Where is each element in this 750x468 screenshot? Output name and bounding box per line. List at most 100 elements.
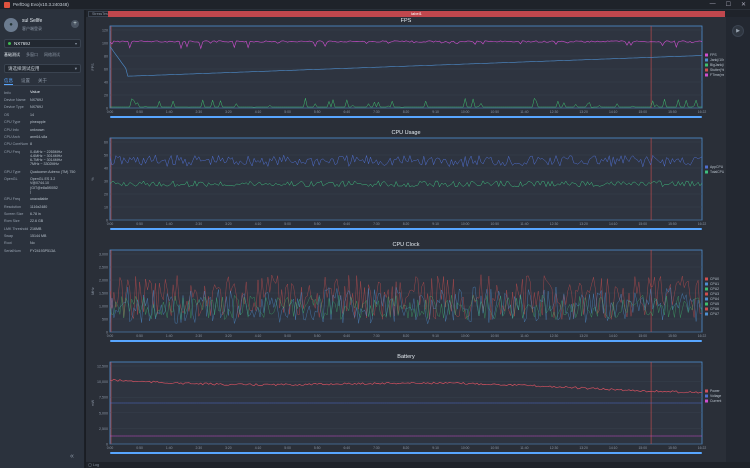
- legend-label[interactable]: FPS: [710, 53, 717, 57]
- plot-area[interactable]: [109, 25, 703, 109]
- legend-swatch[interactable]: [705, 312, 708, 316]
- legend-label[interactable]: Jank(/10min): [710, 58, 724, 62]
- tab-about[interactable]: 关于: [38, 78, 47, 85]
- device-select[interactable]: NX769J ▾: [4, 39, 81, 48]
- x-tick-label: 7:30: [373, 110, 380, 114]
- chart-title: CPU Clock: [392, 242, 420, 248]
- legend-label[interactable]: Voltage: [710, 394, 721, 398]
- time-range-scrollbar[interactable]: [110, 452, 702, 454]
- table-row: SerialNum FY24193P513A: [4, 249, 84, 253]
- x-tick-label: 5:50: [314, 334, 321, 338]
- x-tick-label: 15:50: [668, 446, 677, 450]
- bottom-strip[interactable]: ◯ Log: [86, 462, 750, 468]
- table-row: GPU Freq unavailable: [4, 197, 84, 201]
- tab-multi-window[interactable]: 多窗口: [26, 52, 38, 60]
- x-tick-label: 5:50: [314, 446, 321, 450]
- tab-basic-test[interactable]: 基础测试: [4, 52, 20, 60]
- legend-swatch[interactable]: [705, 297, 708, 301]
- x-tick-label: 11:40: [520, 446, 528, 450]
- app-select[interactable]: 请选择测试应用 ▾: [4, 64, 81, 73]
- legend-label[interactable]: CPU6: [710, 307, 719, 311]
- collapse-sidebar-icon[interactable]: «: [70, 453, 74, 460]
- user-login-link[interactable]: 客户端登录: [22, 26, 42, 32]
- legend-label[interactable]: CPU2: [710, 287, 719, 291]
- legend-label[interactable]: Stutter(%): [710, 68, 724, 72]
- maximize-icon[interactable]: ☐: [726, 1, 731, 8]
- tab-network-test[interactable]: 网络测试: [44, 52, 60, 60]
- avatar[interactable]: ●: [4, 18, 18, 32]
- legend-label[interactable]: CPU3: [710, 292, 719, 296]
- time-range-scrollbar[interactable]: [110, 116, 702, 118]
- plot-area[interactable]: [109, 249, 703, 333]
- legend-swatch[interactable]: [705, 53, 708, 57]
- minimize-icon[interactable]: —: [710, 1, 716, 8]
- legend-label[interactable]: Power: [710, 389, 720, 393]
- legend-swatch[interactable]: [705, 73, 708, 77]
- close-icon[interactable]: ✕: [741, 1, 746, 8]
- legend-swatch[interactable]: [705, 170, 708, 174]
- device-info-table: Info Value Device Name NX769J Device Type N…: [4, 89, 84, 256]
- add-icon[interactable]: +: [71, 20, 79, 28]
- y-tick-label: 2,500: [99, 427, 108, 431]
- x-tick-label: 3:20: [225, 222, 232, 226]
- info-key: LMK Threshold: [4, 226, 29, 231]
- legend-swatch[interactable]: [705, 68, 708, 72]
- chevron-down-icon: ▾: [74, 65, 77, 71]
- legend-label[interactable]: CPU1: [710, 282, 719, 286]
- info-value: 1116x2480: [30, 204, 48, 209]
- tab-info[interactable]: 信息: [4, 78, 13, 85]
- info-value: NX769J: [30, 98, 43, 102]
- legend-label[interactable]: Current: [710, 399, 721, 403]
- legend-swatch[interactable]: [705, 165, 708, 169]
- table-row: OpenGL OpenGL ES 3.2 V@0744.10 (GIT@e8a5f…: [4, 177, 84, 194]
- table-row: CPU Freq 0-4MHz ~ 2265MHz 4-6MHz ~ 3014MH…: [4, 150, 84, 167]
- legend-label[interactable]: BigJank(/10min): [710, 63, 724, 67]
- legend-label[interactable]: FTime(ms): [710, 73, 724, 77]
- legend-swatch[interactable]: [705, 63, 708, 67]
- x-tick-label: 0:00: [107, 446, 114, 450]
- plot-area[interactable]: [109, 137, 703, 221]
- legend-swatch[interactable]: [705, 287, 708, 291]
- legend-swatch[interactable]: [705, 394, 708, 398]
- x-tick-label: 14:10: [609, 110, 618, 114]
- x-tick-label: 12:30: [550, 222, 559, 226]
- time-range-scrollbar[interactable]: [110, 228, 702, 230]
- time-range-scrollbar[interactable]: [110, 340, 702, 342]
- legend-label[interactable]: CPU7: [710, 312, 719, 316]
- legend-swatch[interactable]: [705, 389, 708, 393]
- connected-dot-icon: [8, 42, 11, 45]
- y-tick-label: 40: [104, 167, 108, 171]
- legend-swatch[interactable]: [705, 307, 708, 311]
- sidebar: ● sul Sellfe 客户端登录 + NX769J ▾ 基础测试 多窗口 网…: [0, 10, 85, 468]
- table-row: CPU Arch arm64-v8a: [4, 135, 84, 139]
- label-bar[interactable]: label1: [108, 11, 725, 17]
- legend-swatch[interactable]: [705, 58, 708, 62]
- info-key: Swap: [4, 234, 13, 239]
- legend-label[interactable]: CPU0: [710, 277, 719, 281]
- x-tick-label: 14:10: [609, 446, 618, 450]
- x-tick-label: 4:10: [255, 110, 262, 114]
- legend-label[interactable]: AppCPU: [710, 165, 724, 169]
- info-key: SerialNum: [4, 248, 21, 253]
- play-icon[interactable]: ▶: [732, 25, 744, 37]
- x-tick-label: 1:40: [166, 222, 173, 226]
- legend-swatch[interactable]: [705, 282, 708, 286]
- legend-label[interactable]: TotalCPU: [710, 170, 724, 174]
- x-tick-label: 1:40: [166, 334, 173, 338]
- info-value: arm64-v8a: [30, 134, 48, 139]
- x-tick-label: 10:00: [461, 334, 470, 338]
- tab-settings[interactable]: 设置: [21, 78, 30, 85]
- x-tick-label: 12:30: [550, 446, 559, 450]
- legend-swatch[interactable]: [705, 277, 708, 281]
- y-axis-label: %: [91, 177, 95, 181]
- table-row: OS 14: [4, 113, 84, 117]
- legend-swatch[interactable]: [705, 302, 708, 306]
- x-tick-label: 2:30: [195, 446, 202, 450]
- legend-label[interactable]: CPU5: [710, 302, 719, 306]
- legend-swatch[interactable]: [705, 399, 708, 403]
- x-tick-label: 15:50: [668, 334, 677, 338]
- y-tick-label: 7,500: [99, 396, 108, 400]
- legend-label[interactable]: CPU4: [710, 297, 719, 301]
- table-row: GPU Type Qualcomm Adreno (TM) 750: [4, 170, 84, 174]
- legend-swatch[interactable]: [705, 292, 708, 296]
